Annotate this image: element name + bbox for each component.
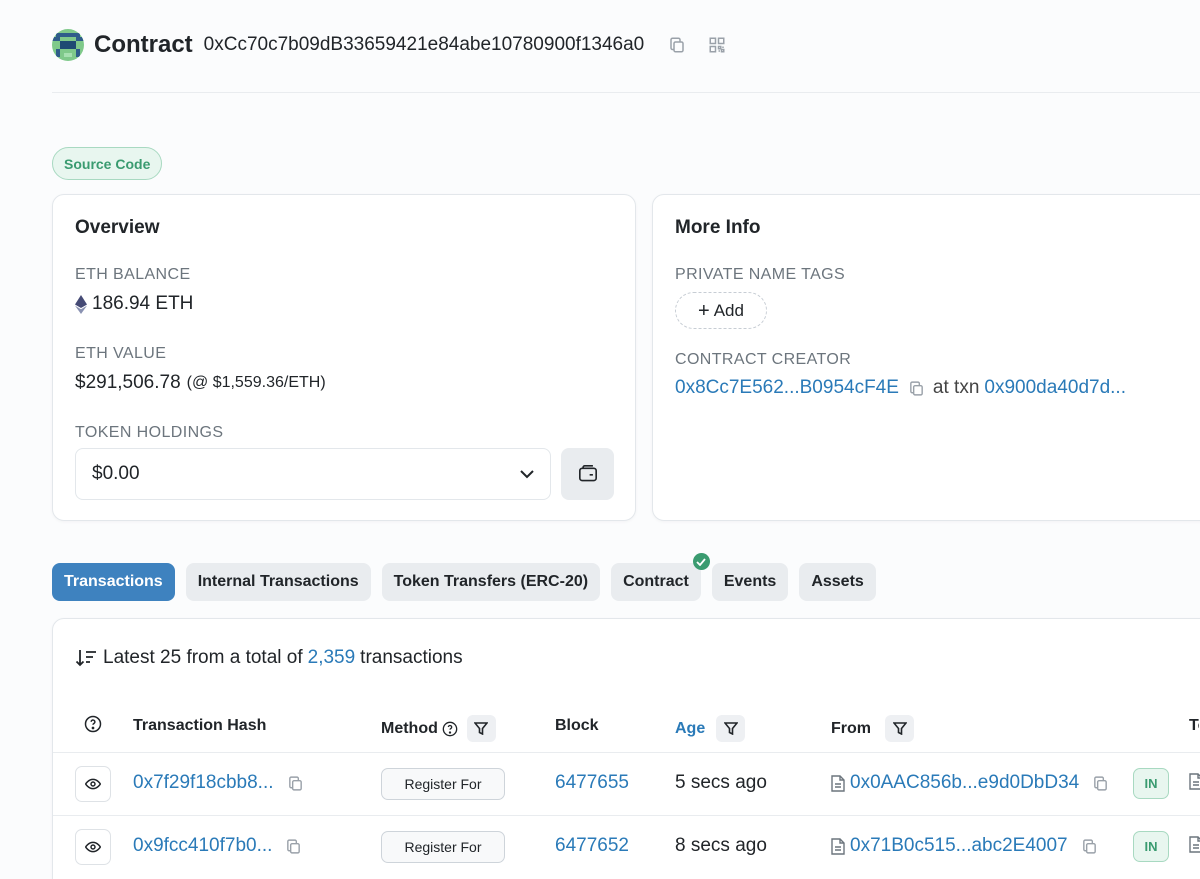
- col-to: To: [1189, 717, 1199, 734]
- block-link[interactable]: 6477652: [555, 835, 629, 857]
- tx-hash-link[interactable]: 0x9fcc410f7b0...: [133, 835, 272, 857]
- age-cell: 8 secs ago: [675, 835, 767, 856]
- eth-value-label: ETH VALUE: [75, 345, 167, 362]
- chevron-down-icon: [520, 469, 534, 478]
- view-details-button[interactable]: [75, 766, 111, 802]
- tx-hash-cell: 0x9fcc410f7b0...: [133, 835, 302, 857]
- page-title: Contract: [94, 31, 193, 58]
- col-age[interactable]: Age: [675, 715, 746, 742]
- copy-icon[interactable]: [666, 34, 688, 56]
- total-transactions-link[interactable]: 2,359: [308, 647, 356, 669]
- copy-icon[interactable]: [908, 380, 925, 397]
- token-holdings-label: TOKEN HOLDINGS: [75, 424, 224, 441]
- method-badge: Register For: [381, 768, 505, 800]
- creator-address-link[interactable]: 0x8Cc7E562...B0954cF4E: [675, 377, 899, 399]
- contract-file-icon: [831, 837, 845, 855]
- col-method: Method: [381, 715, 496, 742]
- table-divider: [53, 752, 1200, 753]
- private-name-tags-label: PRIVATE NAME TAGS: [675, 266, 846, 283]
- eth-price: (@ $1,559.36/ETH): [186, 374, 326, 391]
- page-header: Contract 0xCc70c7b09dB33659421e84abe1078…: [52, 28, 746, 62]
- view-details-button[interactable]: [75, 829, 111, 865]
- token-holdings-dropdown[interactable]: $0.00: [75, 448, 551, 500]
- col-block: Block: [555, 717, 599, 734]
- eye-icon: [85, 778, 101, 790]
- contract-avatar: [52, 29, 84, 61]
- from-cell: 0x71B0c515...abc2E4007: [831, 835, 1098, 857]
- at-txn-label: at txn: [932, 377, 980, 398]
- age-filter-button[interactable]: [716, 715, 746, 742]
- contract-creator: 0x8Cc7E562...B0954cF4E at txn 0x900da40d…: [675, 377, 1126, 399]
- verified-check-icon: [692, 553, 710, 570]
- transactions-summary: Latest 25 from a total of 2,359 transact…: [75, 647, 463, 669]
- tab-transactions[interactable]: Transactions: [52, 563, 175, 601]
- tab-token-transfers[interactable]: Token Transfers (ERC-20): [381, 563, 601, 601]
- from-address-link[interactable]: 0x71B0c515...abc2E4007: [850, 835, 1068, 857]
- tab-assets[interactable]: Assets: [799, 563, 876, 601]
- more-info-title: More Info: [675, 217, 761, 238]
- age-cell: 5 secs ago: [675, 772, 767, 793]
- wallet-button[interactable]: [561, 448, 614, 500]
- copy-icon[interactable]: [1092, 775, 1109, 792]
- method-badge: Register For: [381, 831, 505, 863]
- eth-value: $291,506.78 (@ $1,559.36/ETH): [75, 372, 326, 394]
- col-transaction-hash: Transaction Hash: [133, 717, 267, 734]
- contract-file-icon: [831, 774, 845, 792]
- from-cell: 0x0AAC856b...e9d0DbD34: [831, 772, 1109, 794]
- tab-events[interactable]: Events: [711, 563, 789, 601]
- plus-icon: +: [698, 299, 710, 322]
- col-from: From: [831, 715, 914, 742]
- table-divider: [53, 815, 1200, 816]
- tx-hash-link[interactable]: 0x7f29f18cbb8...: [133, 772, 274, 794]
- block-link[interactable]: 6477655: [555, 772, 629, 794]
- eth-value-amount: $291,506.78: [75, 372, 181, 393]
- filter-icon: [723, 722, 738, 735]
- qr-code-icon[interactable]: [706, 34, 728, 56]
- transactions-card: Latest 25 from a total of 2,359 transact…: [52, 618, 1200, 879]
- eye-icon: [85, 841, 101, 853]
- copy-icon[interactable]: [287, 775, 304, 792]
- filter-icon: [892, 722, 907, 735]
- method-filter-button[interactable]: [466, 715, 496, 742]
- copy-icon[interactable]: [1081, 838, 1098, 855]
- from-filter-button[interactable]: [885, 715, 914, 742]
- tabs: Transactions Internal Transactions Token…: [52, 553, 887, 601]
- source-code-badge[interactable]: Source Code: [52, 147, 163, 180]
- eth-balance-label: ETH BALANCE: [75, 266, 191, 283]
- overview-title: Overview: [75, 217, 160, 238]
- from-address-link[interactable]: 0x0AAC856b...e9d0DbD34: [850, 772, 1079, 794]
- more-info-card: More Info PRIVATE NAME TAGS + Add CONTRA…: [652, 194, 1200, 521]
- filter-icon: [474, 722, 489, 735]
- sort-icon: [75, 648, 97, 668]
- tx-hash-cell: 0x7f29f18cbb8...: [133, 772, 304, 794]
- header-divider: [52, 92, 1200, 93]
- contract-file-icon: [1189, 773, 1200, 790]
- help-icon[interactable]: [442, 721, 458, 737]
- direction-badge: IN: [1133, 831, 1169, 862]
- copy-icon[interactable]: [285, 838, 302, 855]
- ethereum-icon: [75, 294, 87, 314]
- tab-internal-transactions[interactable]: Internal Transactions: [185, 563, 371, 601]
- wallet-icon: [578, 465, 597, 482]
- tab-contract[interactable]: Contract: [611, 553, 710, 601]
- creation-txn-link[interactable]: 0x900da40d7d...: [984, 377, 1126, 399]
- overview-card: Overview ETH BALANCE 186.94 ETH ETH VALU…: [52, 194, 636, 521]
- help-icon[interactable]: [84, 715, 102, 733]
- eth-balance: 186.94 ETH: [75, 293, 193, 315]
- eth-balance-value: 186.94 ETH: [92, 293, 194, 314]
- contract-address: 0xCc70c7b09dB33659421e84abe10780900f1346…: [203, 34, 645, 55]
- add-tag-button[interactable]: + Add: [675, 292, 767, 329]
- contract-file-icon: [1189, 836, 1200, 853]
- token-holdings-value: $0.00: [92, 463, 140, 484]
- direction-badge: IN: [1133, 768, 1169, 799]
- contract-creator-label: CONTRACT CREATOR: [675, 351, 852, 368]
